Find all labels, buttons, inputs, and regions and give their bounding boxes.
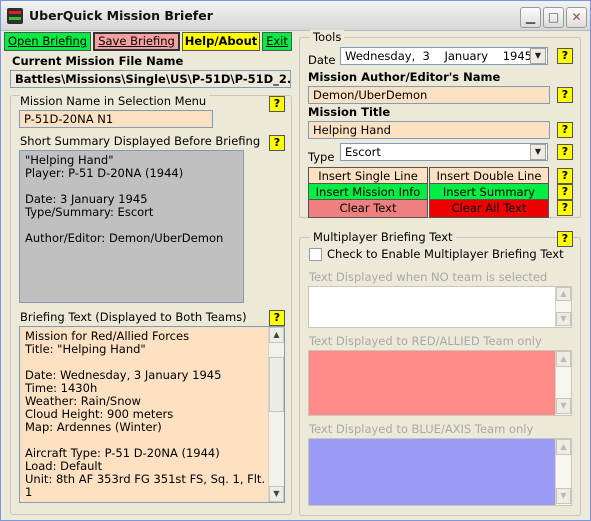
open-briefing-label: Open Briefing xyxy=(7,34,88,48)
enable-multiplayer-label: Check to Enable Multiplayer Briefing Tex… xyxy=(327,247,564,261)
scroll-thumb[interactable] xyxy=(269,357,284,412)
enable-multiplayer-checkbox[interactable] xyxy=(309,248,322,261)
author-help-button[interactable]: ? xyxy=(557,87,573,103)
no-team-scroll-down[interactable]: ▼ xyxy=(556,312,571,326)
tools-group-title: Tools xyxy=(310,30,345,44)
red-team-scroll-up[interactable]: ▲ xyxy=(556,351,571,367)
multiplayer-group-title: Multiplayer Briefing Text xyxy=(310,230,456,244)
help-about-label: Help/About xyxy=(184,34,258,48)
save-briefing-label: Save Briefing xyxy=(98,34,175,48)
briefing-help-button[interactable]: ? xyxy=(269,310,285,326)
type-dropdown-icon[interactable]: ▼ xyxy=(530,144,546,160)
app-logo-icon xyxy=(7,8,23,24)
red-team-scroll-down[interactable]: ▼ xyxy=(556,398,571,414)
blue-team-textarea[interactable] xyxy=(308,438,572,506)
date-help-button[interactable]: ? xyxy=(557,48,573,64)
mission-title-help-button[interactable]: ? xyxy=(557,122,573,138)
clear-help-button[interactable]: ? xyxy=(557,200,573,216)
briefing-label: Briefing Text (Displayed to Both Teams) xyxy=(20,310,247,324)
close-button[interactable]: ✕ xyxy=(566,7,587,28)
briefing-textarea[interactable]: Mission for Red/Allied Forces Title: "He… xyxy=(19,326,285,503)
summary-textarea[interactable]: "Helping Hand" Player: P-51 D-20NA (1944… xyxy=(19,150,244,303)
red-team-textarea[interactable] xyxy=(308,350,572,416)
insert-line-help-button[interactable]: ? xyxy=(557,168,573,184)
type-value: Escort xyxy=(345,145,381,159)
blue-team-scroll-down[interactable]: ▼ xyxy=(556,488,571,504)
help-about-button[interactable]: Help/About xyxy=(182,32,260,51)
blue-team-scroll-up[interactable]: ▲ xyxy=(556,439,571,455)
author-input[interactable]: Demon/UberDemon xyxy=(308,86,550,104)
date-picker[interactable]: Wednesday, 3 January 1945 xyxy=(340,47,548,65)
minimize-button[interactable]: ▁ xyxy=(520,7,541,28)
save-briefing-button[interactable]: Save Briefing xyxy=(93,32,180,51)
mission-name-help-button[interactable]: ? xyxy=(269,96,285,112)
blue-team-label: Text Displayed to BLUE/AXIS Team only xyxy=(309,422,534,436)
file-name-label: Current Mission File Name xyxy=(12,54,184,68)
red-team-scrollbar[interactable]: ▲ ▼ xyxy=(555,351,571,415)
exit-button[interactable]: Exit xyxy=(262,32,292,51)
blue-team-scrollbar[interactable]: ▲ ▼ xyxy=(555,439,571,505)
title-bar: UberQuick Mission Briefer ▁ □ ✕ xyxy=(1,1,590,31)
type-select[interactable]: Escort xyxy=(340,143,548,161)
summary-label: Short Summary Displayed Before Briefing xyxy=(20,134,261,148)
exit-label: Exit xyxy=(266,34,288,48)
clear-text-button[interactable]: Clear Text xyxy=(308,199,428,218)
maximize-button[interactable]: □ xyxy=(543,7,564,28)
red-team-label: Text Displayed to RED/ALLIED Team only xyxy=(309,334,542,348)
author-label: Mission Author/Editor's Name xyxy=(308,70,501,84)
multiplayer-help-button[interactable]: ? xyxy=(557,231,573,247)
summary-help-button[interactable]: ? xyxy=(269,135,285,151)
mission-name-input[interactable]: P-51D-20NA N1 xyxy=(19,110,213,128)
app-window: UberQuick Mission Briefer ▁ □ ✕ Open Bri… xyxy=(0,0,591,521)
insert-info-help-button[interactable]: ? xyxy=(557,184,573,200)
scroll-up-button[interactable]: ▲ xyxy=(269,327,284,343)
type-label: Type xyxy=(308,150,335,164)
no-team-scrollbar[interactable]: ▲ ▼ xyxy=(555,287,571,327)
mission-name-label: Mission Name in Selection Menu xyxy=(20,94,210,108)
file-name-field: Battles\Missions\Single\US\P-51D\P-51D_2… xyxy=(10,70,291,88)
briefing-scrollbar[interactable]: ▲ ▼ xyxy=(268,327,284,502)
date-label: Date xyxy=(308,53,336,67)
no-team-label: Text Displayed when NO team is selected xyxy=(309,270,548,284)
date-dropdown-icon[interactable]: ▼ xyxy=(530,48,546,64)
clear-all-text-button[interactable]: Clear All Text xyxy=(429,199,549,218)
date-value: Wednesday, 3 January 1945 xyxy=(345,49,532,63)
no-team-scroll-up[interactable]: ▲ xyxy=(556,287,571,301)
mission-title-input[interactable]: Helping Hand xyxy=(308,121,550,139)
mission-title-label: Mission Title xyxy=(308,105,391,119)
no-team-textarea[interactable] xyxy=(308,286,572,328)
open-briefing-button[interactable]: Open Briefing xyxy=(4,32,91,51)
scroll-down-button[interactable]: ▼ xyxy=(269,486,284,502)
type-help-button[interactable]: ? xyxy=(557,144,573,160)
window-title: UberQuick Mission Briefer xyxy=(29,8,213,23)
